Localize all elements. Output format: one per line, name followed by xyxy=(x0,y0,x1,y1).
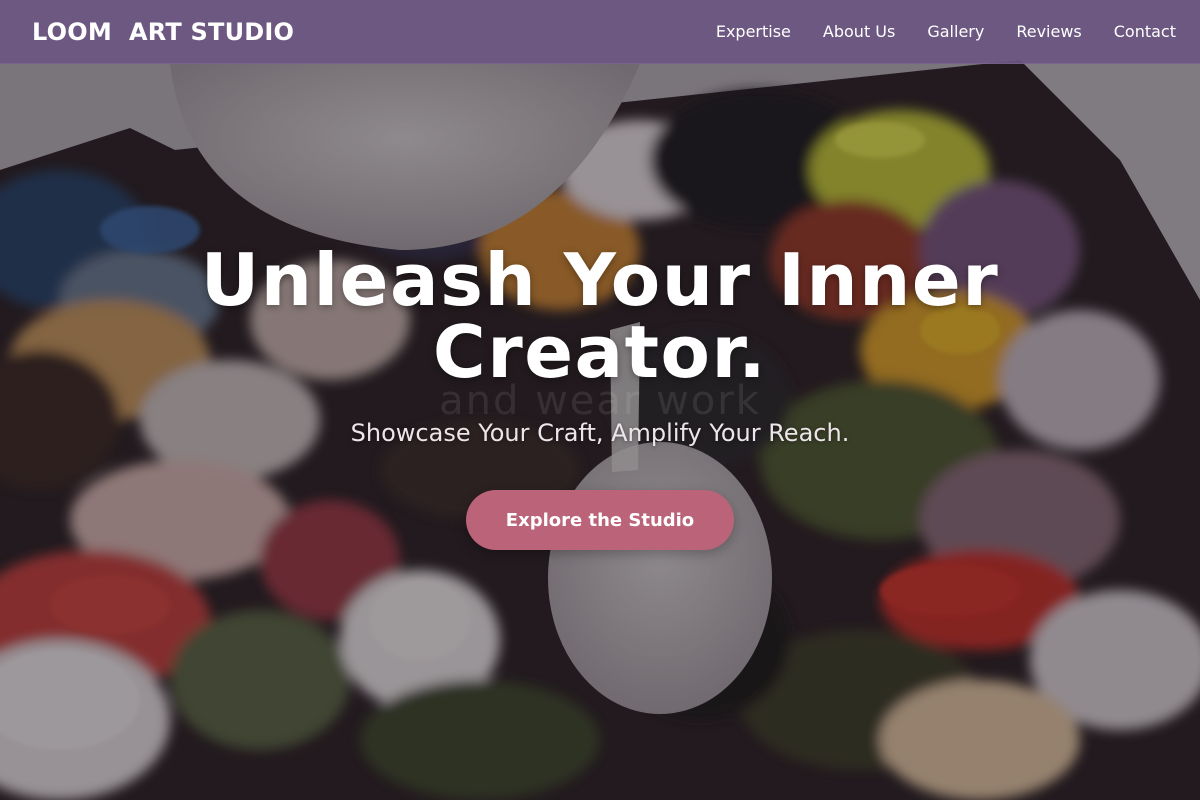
site-header: LOOM ART STUDIO Expertise About Us Galle… xyxy=(0,0,1200,64)
hero-subtitle: Showcase Your Craft, Amplify Your Reach. xyxy=(350,419,850,447)
nav-link-reviews[interactable]: Reviews xyxy=(1016,22,1081,41)
hero-title: Unleash Your Inner Creator. xyxy=(200,238,1000,394)
hero-section: and wear work Unleash Your Inner Creator… xyxy=(0,0,1200,800)
nav-link-about-us[interactable]: About Us xyxy=(823,22,895,41)
page: LOOM ART STUDIO Expertise About Us Galle… xyxy=(0,0,1200,800)
explore-studio-button[interactable]: Explore the Studio xyxy=(466,490,734,550)
brand-logo[interactable]: LOOM ART STUDIO xyxy=(32,18,294,46)
nav-link-expertise[interactable]: Expertise xyxy=(716,22,791,41)
nav-link-gallery[interactable]: Gallery xyxy=(927,22,984,41)
nav-link-contact[interactable]: Contact xyxy=(1114,22,1176,41)
main-nav: Expertise About Us Gallery Reviews Conta… xyxy=(716,22,1176,41)
